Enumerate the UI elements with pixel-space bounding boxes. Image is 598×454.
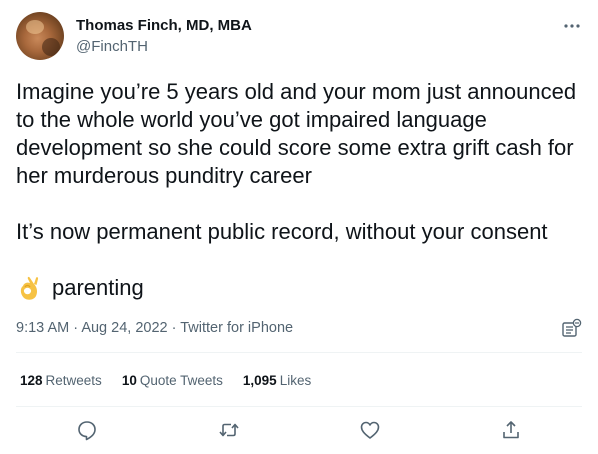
reply-icon[interactable] [76, 419, 98, 441]
share-icon[interactable] [500, 419, 522, 441]
avatar[interactable] [16, 12, 64, 60]
reaction-text: parenting [52, 275, 144, 300]
tweet-text: Imagine you’re 5 years old and your mom … [16, 78, 588, 246]
like-icon[interactable] [359, 419, 381, 441]
author-name[interactable]: Thomas Finch, MD, MBA [76, 16, 252, 36]
tweet-meta: 9:13 AM · Aug 24, 2022 · Twitter for iPh… [16, 318, 293, 338]
ok-hand-icon [16, 274, 42, 302]
tweet-stats: 128 Retweets 10 Quote Tweets 1,095 Likes [20, 372, 331, 390]
author-handle[interactable]: @FinchTH [76, 37, 148, 57]
quotes-count: 10 [121, 373, 137, 388]
tweet-time[interactable]: 9:13 AM [16, 320, 69, 336]
divider-bottom [16, 406, 582, 407]
retweets-label: Retweets [45, 373, 102, 388]
retweet-icon[interactable] [218, 419, 240, 441]
reaction-line: parenting [16, 274, 144, 302]
avatar-highlight [26, 20, 44, 34]
quotes-stat[interactable]: 10 Quote Tweets [122, 372, 223, 390]
meta-separator: · [73, 320, 79, 336]
likes-stat[interactable]: 1,095 Likes [243, 372, 311, 390]
retweets-stat[interactable]: 128 Retweets [20, 372, 102, 390]
tweet-paragraph-2: It’s now permanent public record, withou… [16, 219, 548, 244]
action-bar [0, 419, 598, 443]
divider-top [16, 352, 582, 353]
tweet-date[interactable]: Aug 24, 2022 [81, 320, 167, 336]
tweet-paragraph-1: Imagine you’re 5 years old and your mom … [16, 79, 577, 188]
analytics-icon[interactable] [561, 318, 583, 338]
meta-separator-2: · [171, 320, 177, 336]
tweet-source[interactable]: Twitter for iPhone [180, 320, 293, 336]
more-icon[interactable] [562, 16, 582, 36]
quotes-label: Quote Tweets [139, 373, 223, 388]
retweets-count: 128 [20, 373, 43, 388]
avatar-shadow [42, 38, 60, 56]
likes-count: 1,095 [242, 373, 277, 388]
likes-label: Likes [279, 373, 312, 388]
